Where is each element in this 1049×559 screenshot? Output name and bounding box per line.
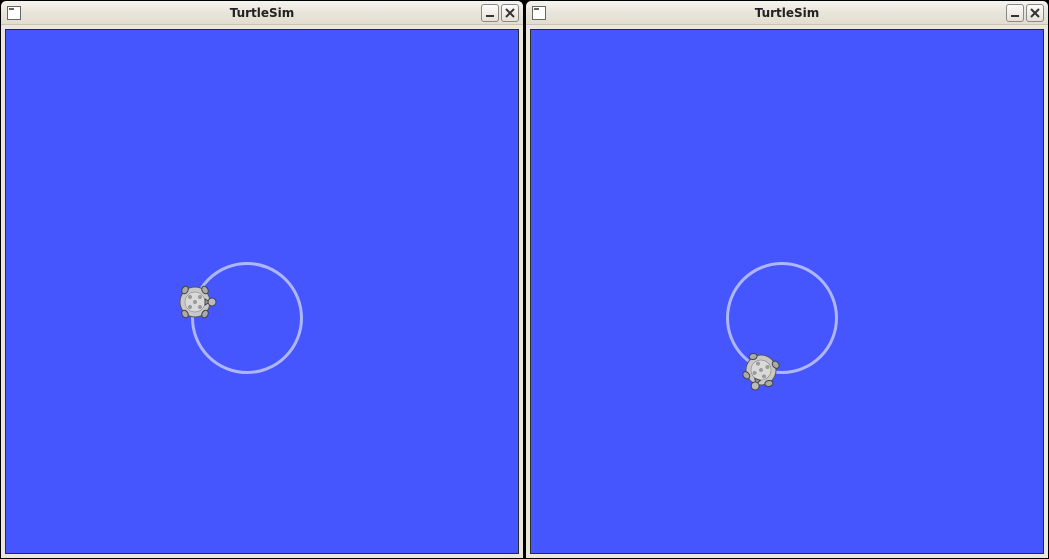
titlebar[interactable]: TurtleSim <box>526 1 1048 25</box>
window-title: TurtleSim <box>526 6 1048 20</box>
window-icon <box>532 6 546 20</box>
minimize-button[interactable] <box>481 4 499 22</box>
close-button[interactable] <box>501 4 519 22</box>
window-controls <box>481 4 519 22</box>
turtlesim-canvas <box>6 30 518 553</box>
window-title: TurtleSim <box>1 6 523 20</box>
close-button[interactable] <box>1026 4 1044 22</box>
window-icon <box>7 6 21 20</box>
titlebar[interactable]: TurtleSim <box>1 1 523 25</box>
window-controls <box>1006 4 1044 22</box>
canvas-area <box>5 29 519 554</box>
canvas-area <box>530 29 1044 554</box>
turtlesim-window-1: TurtleSim <box>0 0 524 559</box>
turtlesim-canvas <box>531 30 1043 553</box>
turtlesim-window-2: TurtleSim <box>525 0 1049 559</box>
minimize-button[interactable] <box>1006 4 1024 22</box>
turtle-sprite <box>173 280 217 324</box>
